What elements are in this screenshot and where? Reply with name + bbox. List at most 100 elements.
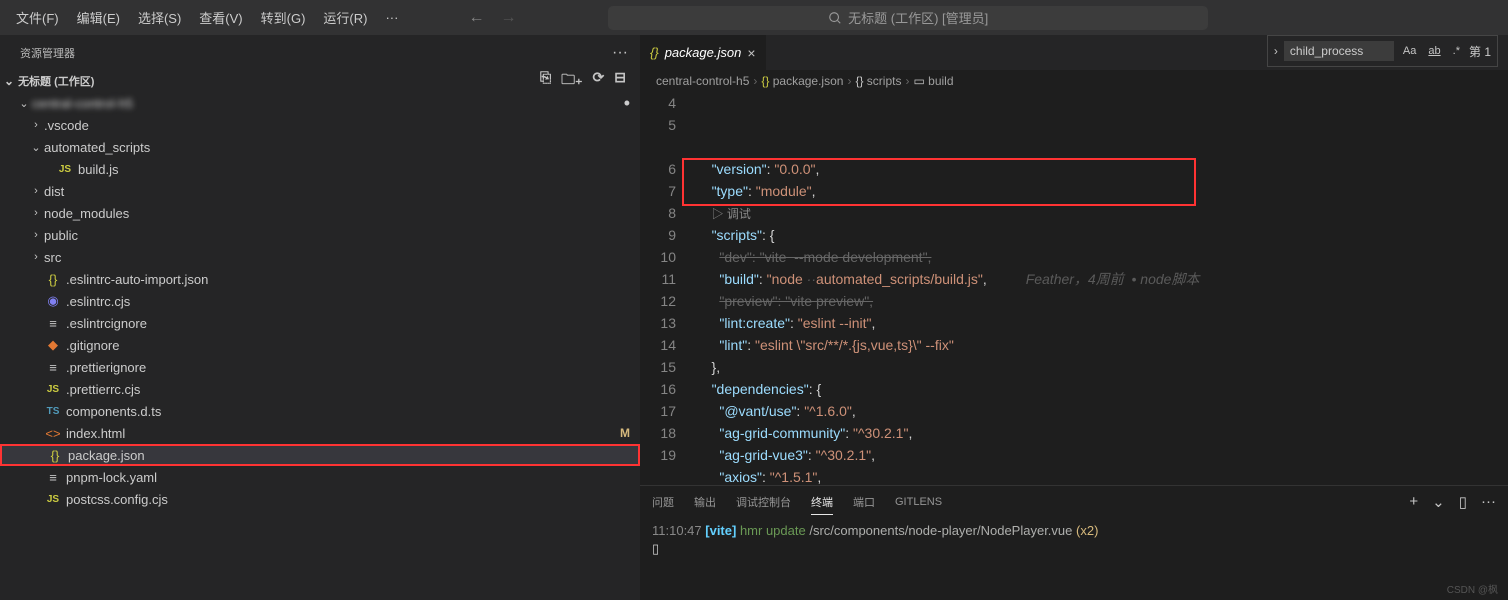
tab-label: package.json xyxy=(665,45,742,60)
tree-label: .eslintrc.cjs xyxy=(66,294,130,309)
workspace-name: 无标题 (工作区) xyxy=(18,73,94,89)
file-item[interactable]: JS.prettierrc.cjs xyxy=(0,378,640,400)
folder-item[interactable]: ⌄central-control-h5• xyxy=(0,92,640,114)
folder-item[interactable]: ›src xyxy=(0,246,640,268)
code-line[interactable]: "version": "0.0.0", xyxy=(696,158,1508,180)
new-folder-icon[interactable]: 🗀₊ xyxy=(561,69,582,93)
code-line[interactable]: "type": "module", xyxy=(696,180,1508,202)
workspace-header[interactable]: ⌄ 无标题 (工作区) ⎘ 🗀₊ ⟳ ⊟ xyxy=(0,70,640,92)
more-icon[interactable]: ··· xyxy=(1481,493,1496,511)
file-item[interactable]: {}.eslintrc-auto-import.json xyxy=(0,268,640,290)
new-file-icon[interactable]: ⎘ xyxy=(540,69,551,93)
terminal-body[interactable]: 11:10:47 [vite] hmr update /src/componen… xyxy=(640,518,1508,600)
code-line[interactable]: "build": "node ··automated_scripts/build… xyxy=(696,268,1508,290)
terminal-tab[interactable]: 调试控制台 xyxy=(736,490,791,514)
menu-item[interactable]: 编辑(E) xyxy=(69,4,128,31)
breadcrumb-item[interactable]: ▭ build xyxy=(913,74,953,88)
regex-icon[interactable]: .* xyxy=(1450,43,1463,59)
file-item[interactable]: TScomponents.d.ts xyxy=(0,400,640,422)
term-vite: [vite] xyxy=(705,523,736,538)
tree-label: dist xyxy=(44,184,64,199)
explorer-sidebar: 资源管理器 ··· ⌄ 无标题 (工作区) ⎘ 🗀₊ ⟳ ⊟ ⌄central-… xyxy=(0,35,640,600)
split-icon[interactable]: ▯ xyxy=(1459,493,1467,511)
code-line[interactable]: "ag-grid-vue3": "^30.2.1", xyxy=(696,444,1508,466)
code-line[interactable]: "@vant/use": "^1.6.0", xyxy=(696,400,1508,422)
menu-item[interactable]: 查看(V) xyxy=(191,4,250,31)
close-icon[interactable]: × xyxy=(747,45,755,61)
refresh-icon[interactable]: ⟳ xyxy=(593,69,605,93)
term-path: /src/components/node-player/NodePlayer.v… xyxy=(809,523,1072,538)
whole-word-icon[interactable]: ab xyxy=(1425,43,1443,59)
file-item[interactable]: {}package.json xyxy=(0,444,640,466)
tree-label: package.json xyxy=(68,448,145,463)
tree-label: public xyxy=(44,228,78,243)
file-item[interactable]: ≡.prettierignore xyxy=(0,356,640,378)
chevron-down-icon: ⌄ xyxy=(4,74,14,88)
terminal-tab[interactable]: GITLENS xyxy=(895,492,942,512)
code-line[interactable]: "dependencies": { xyxy=(696,378,1508,400)
folder-item[interactable]: ›.vscode xyxy=(0,114,640,136)
tree-label: .prettierrc.cjs xyxy=(66,382,140,397)
collapse-icon[interactable]: ⊟ xyxy=(614,69,626,93)
chevron-down-icon[interactable]: ⌄ xyxy=(1432,493,1445,511)
terminal-tab[interactable]: 输出 xyxy=(694,490,716,514)
code-line[interactable]: "dev": "vite --mode development", xyxy=(696,246,1508,268)
file-item[interactable]: ◉.eslintrc.cjs xyxy=(0,290,640,312)
file-item[interactable]: ◆.gitignore xyxy=(0,334,640,356)
code-line[interactable]: "lint": "eslint \"src/**/*.{js,vue,ts}\"… xyxy=(696,334,1508,356)
menu-item[interactable]: 文件(F) xyxy=(8,4,67,31)
term-time: 11:10:47 xyxy=(652,523,702,538)
tree-label: .prettierignore xyxy=(66,360,146,375)
explorer-more-icon[interactable]: ··· xyxy=(612,44,628,62)
code-line[interactable]: "ag-grid-community": "^30.2.1", xyxy=(696,422,1508,444)
folder-item[interactable]: ⌄automated_scripts xyxy=(0,136,640,158)
line-gutter: 45678910111213141516171819 xyxy=(640,92,696,485)
tree-label: .gitignore xyxy=(66,338,119,353)
match-case-icon[interactable]: Aa xyxy=(1400,43,1419,59)
folder-item[interactable]: ›node_modules xyxy=(0,202,640,224)
find-input[interactable] xyxy=(1284,41,1394,61)
code-line[interactable]: "preview": "vite preview", xyxy=(696,290,1508,312)
term-msg: hmr update xyxy=(740,523,806,538)
file-item[interactable]: ≡.eslintrcignore xyxy=(0,312,640,334)
tree-label: .vscode xyxy=(44,118,89,133)
menu-overflow[interactable]: ··· xyxy=(377,6,406,29)
titlebar: 文件(F)编辑(E)选择(S)查看(V)转到(G)运行(R) ··· ← → 无… xyxy=(0,0,1508,35)
command-center[interactable]: 无标题 (工作区) [管理员] xyxy=(608,6,1208,30)
terminal-tab[interactable]: 问题 xyxy=(652,490,674,514)
tree-label: automated_scripts xyxy=(44,140,150,155)
menu-item[interactable]: 转到(G) xyxy=(253,4,314,31)
explorer-title: 资源管理器 xyxy=(20,45,75,61)
terminal-tab[interactable]: 端口 xyxy=(853,490,875,514)
file-item[interactable]: ≡pnpm-lock.yaml xyxy=(0,466,640,488)
menu-item[interactable]: 选择(S) xyxy=(130,4,189,31)
code-line[interactable]: ▷ 调试 xyxy=(696,202,1508,224)
terminal-tab[interactable]: 终端 xyxy=(811,490,833,515)
breadcrumb-item[interactable]: central-control-h5 xyxy=(656,74,749,88)
file-item[interactable]: <>index.htmlM xyxy=(0,422,640,444)
tree-label: index.html xyxy=(66,426,125,441)
chevron-right-icon[interactable]: › xyxy=(1274,44,1278,58)
code-line[interactable]: }, xyxy=(696,356,1508,378)
breadcrumb-item[interactable]: {} package.json xyxy=(761,74,843,88)
terminal-add-icon[interactable]: + xyxy=(1409,493,1418,511)
code-line[interactable]: "lint:create": "eslint --init", xyxy=(696,312,1508,334)
file-item[interactable]: JSpostcss.config.cjs xyxy=(0,488,640,510)
breadcrumb-item[interactable]: {} scripts xyxy=(855,74,901,88)
tab-package-json[interactable]: {} package.json × xyxy=(640,35,767,70)
folder-item[interactable]: ›public xyxy=(0,224,640,246)
code-content[interactable]: "version": "0.0.0", "type": "module", ▷ … xyxy=(696,92,1508,485)
terminal-panel: 问题输出调试控制台终端端口 GITLENS + ⌄ ▯ ··· 11:10:47 [vit… xyxy=(640,485,1508,600)
file-tree: ⌄central-control-h5•›.vscode⌄automated_s… xyxy=(0,92,640,600)
code-line[interactable]: "scripts": { xyxy=(696,224,1508,246)
tree-label: .eslintrc-auto-import.json xyxy=(66,272,208,287)
search-icon xyxy=(828,11,842,25)
nav-back-icon[interactable]: ← xyxy=(468,9,484,27)
code-area[interactable]: 45678910111213141516171819 "version": "0… xyxy=(640,92,1508,485)
file-item[interactable]: JSbuild.js xyxy=(0,158,640,180)
menu-item[interactable]: 运行(R) xyxy=(315,4,375,31)
breadcrumb[interactable]: central-control-h5›{} package.json›{} sc… xyxy=(640,70,1508,92)
code-line[interactable]: "axios": "^1.5.1", xyxy=(696,466,1508,485)
nav-forward-icon[interactable]: → xyxy=(500,9,516,27)
folder-item[interactable]: ›dist xyxy=(0,180,640,202)
